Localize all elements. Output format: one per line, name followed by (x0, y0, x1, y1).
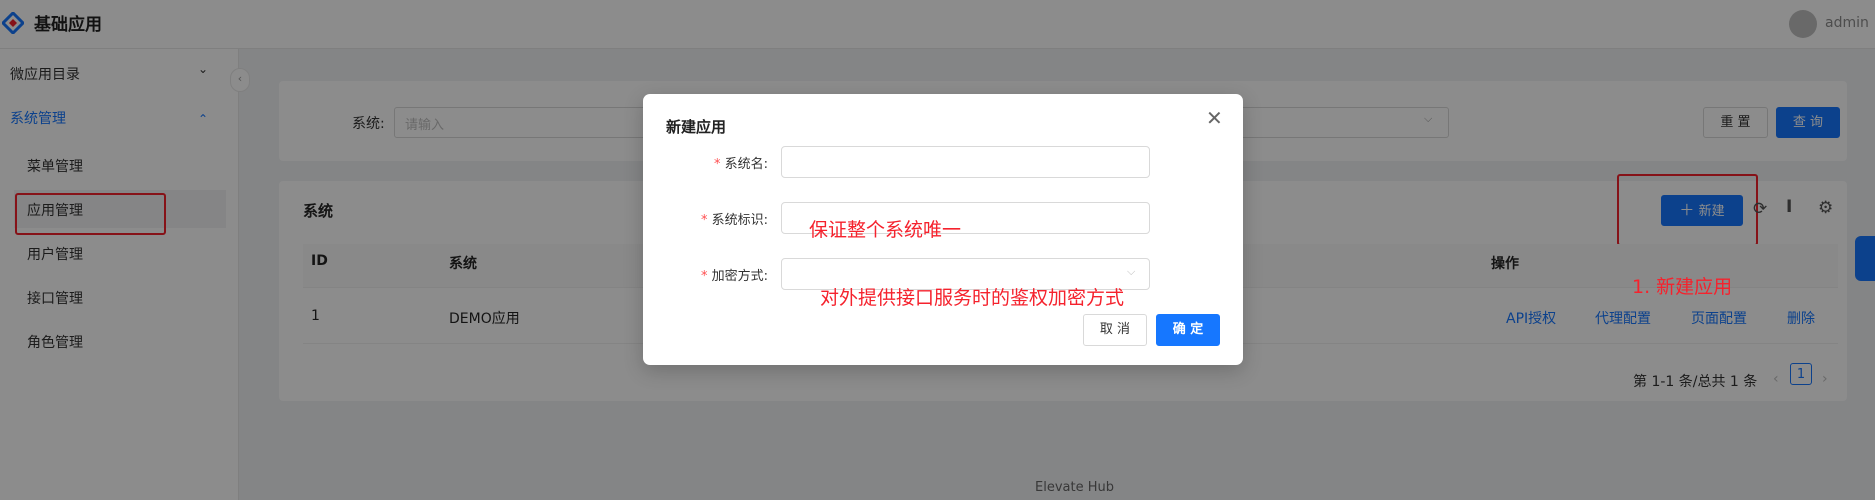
modal-title: 新建应用 (666, 118, 727, 136)
chevron-down-icon: ⌵ (1127, 265, 1136, 278)
field-label-system-identifier: * 系统标识: (700, 213, 768, 228)
system-name-input[interactable] (781, 146, 1150, 178)
annotation-step-note: 1. 新建应用 (1632, 276, 1733, 298)
field-label-system-name: * 系统名: (713, 157, 768, 172)
close-icon[interactable]: ✕ (1206, 106, 1223, 130)
annotation-identifier-note: 保证整个系统唯一 (809, 219, 962, 241)
annotation-encryption-note: 对外提供接口服务时的鉴权加密方式 (820, 287, 1125, 309)
field-label-encryption-method: * 加密方式: (700, 269, 768, 284)
ok-button[interactable]: 确 定 (1156, 314, 1220, 346)
cancel-button[interactable]: 取 消 (1083, 314, 1147, 346)
